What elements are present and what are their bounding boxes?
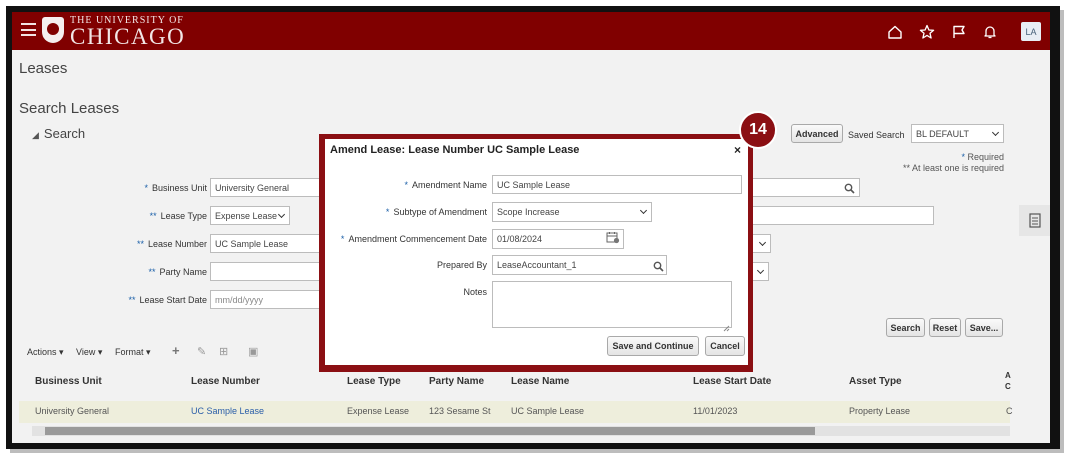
collapse-triangle-icon: ◢ [32,130,39,140]
amendment-commencement-date-label: * Amendment Commencement Date [340,234,487,244]
search-section-toggle[interactable]: ◢ Search [32,126,85,141]
menu-icon[interactable] [21,23,36,36]
column-header-asset-type[interactable]: Asset Type [849,376,902,387]
prepared-by-search-icon[interactable] [653,259,664,277]
column-header-truncated[interactable]: AC [1005,370,1011,392]
advanced-button[interactable]: Advanced [791,124,843,143]
user-avatar[interactable]: LA [1021,22,1041,41]
cell-business-unit: University General [35,406,110,416]
required-note: * Required [961,152,1004,162]
search-button[interactable]: Search [886,318,925,337]
top-navigation-bar: THE UNIVERSITY OF CHICAGO LA [12,12,1050,50]
logo-text-large: CHICAGO [70,24,186,49]
column-header-lease-type[interactable]: Lease Type [347,376,401,387]
column-header-party-name[interactable]: Party Name [429,376,484,387]
lease-type-label: ** Lease Type [149,211,207,221]
lease-start-date-label: ** Lease Start Date [128,295,207,305]
add-icon[interactable]: + [172,343,180,358]
textarea-resize-handle-icon[interactable] [723,319,730,337]
column-header-lease-number[interactable]: Lease Number [191,376,260,387]
page-title: Leases [19,60,68,77]
cell-lease-start-date: 11/01/2023 [693,406,738,416]
column-header-business-unit[interactable]: Business Unit [35,376,102,387]
dialog-title: Amend Lease: Lease Number UC Sample Leas… [330,144,580,156]
cell-lease-number-link[interactable]: UC Sample Lease [191,406,264,416]
freeze-columns-icon[interactable]: ⊞ [219,345,228,358]
reset-button[interactable]: Reset [929,318,961,337]
right-search-field-2[interactable] [747,206,934,225]
business-unit-input[interactable]: University General [210,178,320,197]
amendment-name-input[interactable]: UC Sample Lease [492,175,742,194]
notes-label: Notes [463,287,487,297]
cell-party-name: 123 Sesame St [429,406,491,416]
column-header-lease-name[interactable]: Lease Name [511,376,569,387]
close-icon[interactable]: × [734,143,741,157]
side-panel-tab[interactable] [1019,205,1050,236]
column-header-lease-start-date[interactable]: Lease Start Date [693,376,771,387]
at-least-one-required-note: ** At least one is required [902,163,1004,173]
subtype-of-amendment-label: * Subtype of Amendment [385,207,487,217]
edit-pencil-icon[interactable]: ✎ [197,345,206,358]
cell-asset-type: Property Lease [849,406,911,416]
search-magnifier-icon[interactable] [844,181,855,199]
prepared-by-input[interactable]: LeaseAccountant_1 [492,255,667,275]
lease-type-select[interactable]: Expense Lease [210,206,290,225]
lease-start-date-input[interactable]: mm/dd/yyyy [210,290,320,309]
cell-lease-name: UC Sample Lease [511,406,585,416]
format-menu[interactable]: Format ▾ [115,347,151,358]
lease-number-input[interactable]: UC Sample Lease [210,234,320,253]
cancel-button[interactable]: Cancel [705,336,745,356]
horizontal-scrollbar[interactable] [32,426,1010,436]
notes-textarea[interactable] [492,281,732,328]
search-panel-title: Search Leases [19,100,120,117]
home-icon[interactable] [884,21,906,43]
saved-search-select[interactable]: BL DEFAULT [911,124,1004,143]
search-section-label: Search [43,126,86,141]
party-name-label: ** Party Name [148,267,207,277]
lease-number-label: ** Lease Number [136,239,207,249]
flag-icon[interactable] [948,21,970,43]
amend-lease-dialog: Amend Lease: Lease Number UC Sample Leas… [325,139,748,365]
step-number-badge: 14 [739,111,777,149]
cell-truncated: C [1006,406,1013,416]
saved-search-label: Saved Search [848,130,905,140]
calendar-icon[interactable] [606,231,620,249]
actions-menu[interactable]: Actions ▾ [27,347,64,358]
scrollbar-thumb[interactable] [45,427,815,435]
prepared-by-label: Prepared By [436,260,487,270]
party-name-input[interactable] [210,262,320,281]
detach-table-icon[interactable]: ▣ [248,345,258,358]
document-list-icon [1028,213,1041,228]
view-menu[interactable]: View ▾ [76,347,102,358]
amendment-commencement-date-input[interactable]: 01/08/2024 [492,229,624,249]
save-and-continue-button[interactable]: Save and Continue [607,336,699,356]
favorites-star-icon[interactable] [916,21,938,43]
subtype-of-amendment-select[interactable]: Scope Increase [492,202,652,222]
amendment-name-label: * Amendment Name [404,180,487,190]
business-unit-label: * Business Unit [144,183,207,193]
save-search-button[interactable]: Save... [965,318,1003,337]
notifications-bell-icon[interactable] [979,21,1001,43]
cell-lease-type: Expense Lease [347,406,410,416]
university-crest-logo [42,17,64,43]
